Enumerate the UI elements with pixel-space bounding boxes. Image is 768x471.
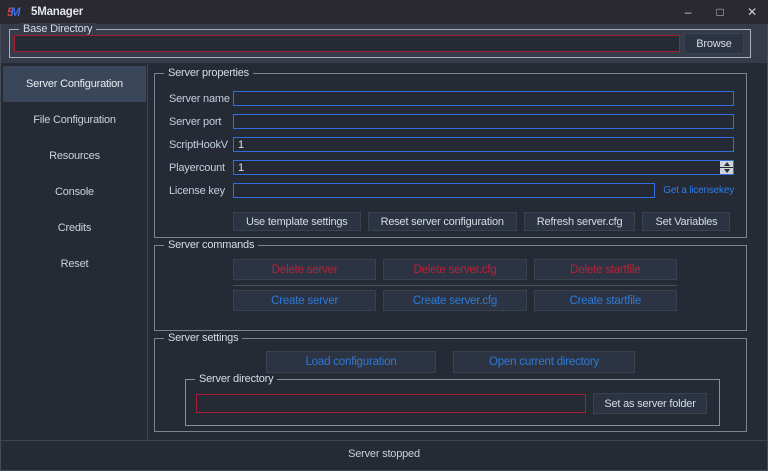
set-as-server-folder-button[interactable]: Set as server folder [593, 393, 707, 414]
sidebar-item-file-configuration[interactable]: File Configuration [3, 102, 146, 138]
reset-server-configuration-button[interactable]: Reset server configuration [368, 212, 517, 231]
create-startfile-button[interactable]: Create startfile [534, 290, 677, 311]
base-directory-group: Base Directory Browse [9, 29, 751, 58]
scripthookv-row: ScriptHookV [169, 137, 734, 152]
scripthookv-input[interactable] [233, 137, 734, 152]
titlebar: 5 M 5Manager – □ ✕ [0, 0, 768, 24]
server-name-label: Server name [169, 93, 233, 105]
server-settings-title: Server settings [164, 332, 242, 344]
get-licensekey-link[interactable]: Get a licensekey [663, 185, 734, 196]
sidebar-item-credits[interactable]: Credits [3, 210, 146, 246]
license-key-row: License key Get a licensekey [169, 183, 734, 198]
set-variables-button[interactable]: Set Variables [642, 212, 730, 231]
spinner-down-button[interactable] [720, 168, 733, 174]
status-bar: Server stopped [1, 440, 767, 470]
server-name-row: Server name [169, 91, 734, 106]
sidebar-item-server-configuration[interactable]: Server Configuration [3, 66, 146, 102]
server-port-label: Server port [169, 116, 233, 128]
minimize-button[interactable]: – [672, 0, 704, 24]
spinner-up-button[interactable] [720, 161, 733, 167]
sidebar-item-resources[interactable]: Resources [3, 138, 146, 174]
app-logo-icon: 5 M [7, 5, 27, 19]
commands-divider [233, 285, 677, 286]
server-directory-group: Server directory Set as server folder [185, 379, 720, 426]
server-name-input[interactable] [233, 91, 734, 106]
server-properties-fields: Server name Server port ScriptHookV Play… [155, 74, 746, 198]
refresh-server-cfg-button[interactable]: Refresh server.cfg [524, 212, 636, 231]
server-properties-title: Server properties [164, 67, 253, 79]
load-configuration-button[interactable]: Load configuration [266, 351, 436, 373]
server-properties-buttons: Use template settings Reset server confi… [233, 212, 716, 231]
top-strip: Base Directory Browse [1, 24, 767, 63]
delete-buttons-row: Delete server Delete server.cfg Delete s… [233, 259, 677, 280]
main-area: Server Configuration File Configuration … [1, 63, 767, 440]
maximize-button[interactable]: □ [704, 0, 736, 24]
server-commands-group: Server commands Delete server Delete ser… [154, 245, 747, 331]
license-key-input[interactable] [233, 183, 655, 198]
playercount-spinner [720, 161, 733, 174]
base-directory-group-title: Base Directory [19, 23, 96, 35]
server-commands-title: Server commands [164, 239, 258, 251]
browse-button[interactable]: Browse [684, 33, 744, 54]
spinner-up-icon [724, 162, 730, 166]
delete-server-cfg-button[interactable]: Delete server.cfg [383, 259, 526, 280]
server-port-row: Server port [169, 114, 734, 129]
create-server-cfg-button[interactable]: Create server.cfg [383, 290, 526, 311]
playercount-label: Playercount [169, 162, 233, 174]
server-directory-title: Server directory [195, 373, 277, 385]
server-port-input[interactable] [233, 114, 734, 129]
spinner-down-icon [724, 169, 730, 173]
server-properties-group: Server properties Server name Server por… [154, 73, 747, 238]
sidebar-item-reset[interactable]: Reset [3, 246, 146, 282]
sidebar-divider [147, 63, 148, 440]
sidebar-item-console[interactable]: Console [3, 174, 146, 210]
server-settings-group: Server settings Load configuration Open … [154, 338, 747, 432]
license-key-label: License key [169, 185, 233, 197]
delete-server-button[interactable]: Delete server [233, 259, 376, 280]
delete-startfile-button[interactable]: Delete startfile [534, 259, 677, 280]
create-server-button[interactable]: Create server [233, 290, 376, 311]
base-directory-input[interactable] [14, 35, 680, 52]
window-title: 5Manager [31, 6, 83, 18]
create-buttons-row: Create server Create server.cfg Create s… [233, 290, 677, 311]
server-settings-buttons: Load configuration Open current director… [155, 351, 746, 373]
logo-m: M [10, 5, 20, 19]
open-current-directory-button[interactable]: Open current directory [453, 351, 635, 373]
use-template-settings-button[interactable]: Use template settings [233, 212, 361, 231]
playercount-input[interactable] [233, 160, 734, 175]
close-button[interactable]: ✕ [736, 0, 768, 24]
app-window: 5 M 5Manager – □ ✕ Base Directory Browse… [0, 0, 768, 471]
playercount-spinbox [233, 160, 734, 175]
scripthookv-label: ScriptHookV [169, 139, 233, 151]
sidebar: Server Configuration File Configuration … [3, 66, 146, 282]
playercount-row: Playercount [169, 160, 734, 175]
window-controls: – □ ✕ [672, 0, 768, 24]
server-directory-input[interactable] [196, 394, 586, 413]
server-status-text: Server stopped [348, 448, 420, 470]
